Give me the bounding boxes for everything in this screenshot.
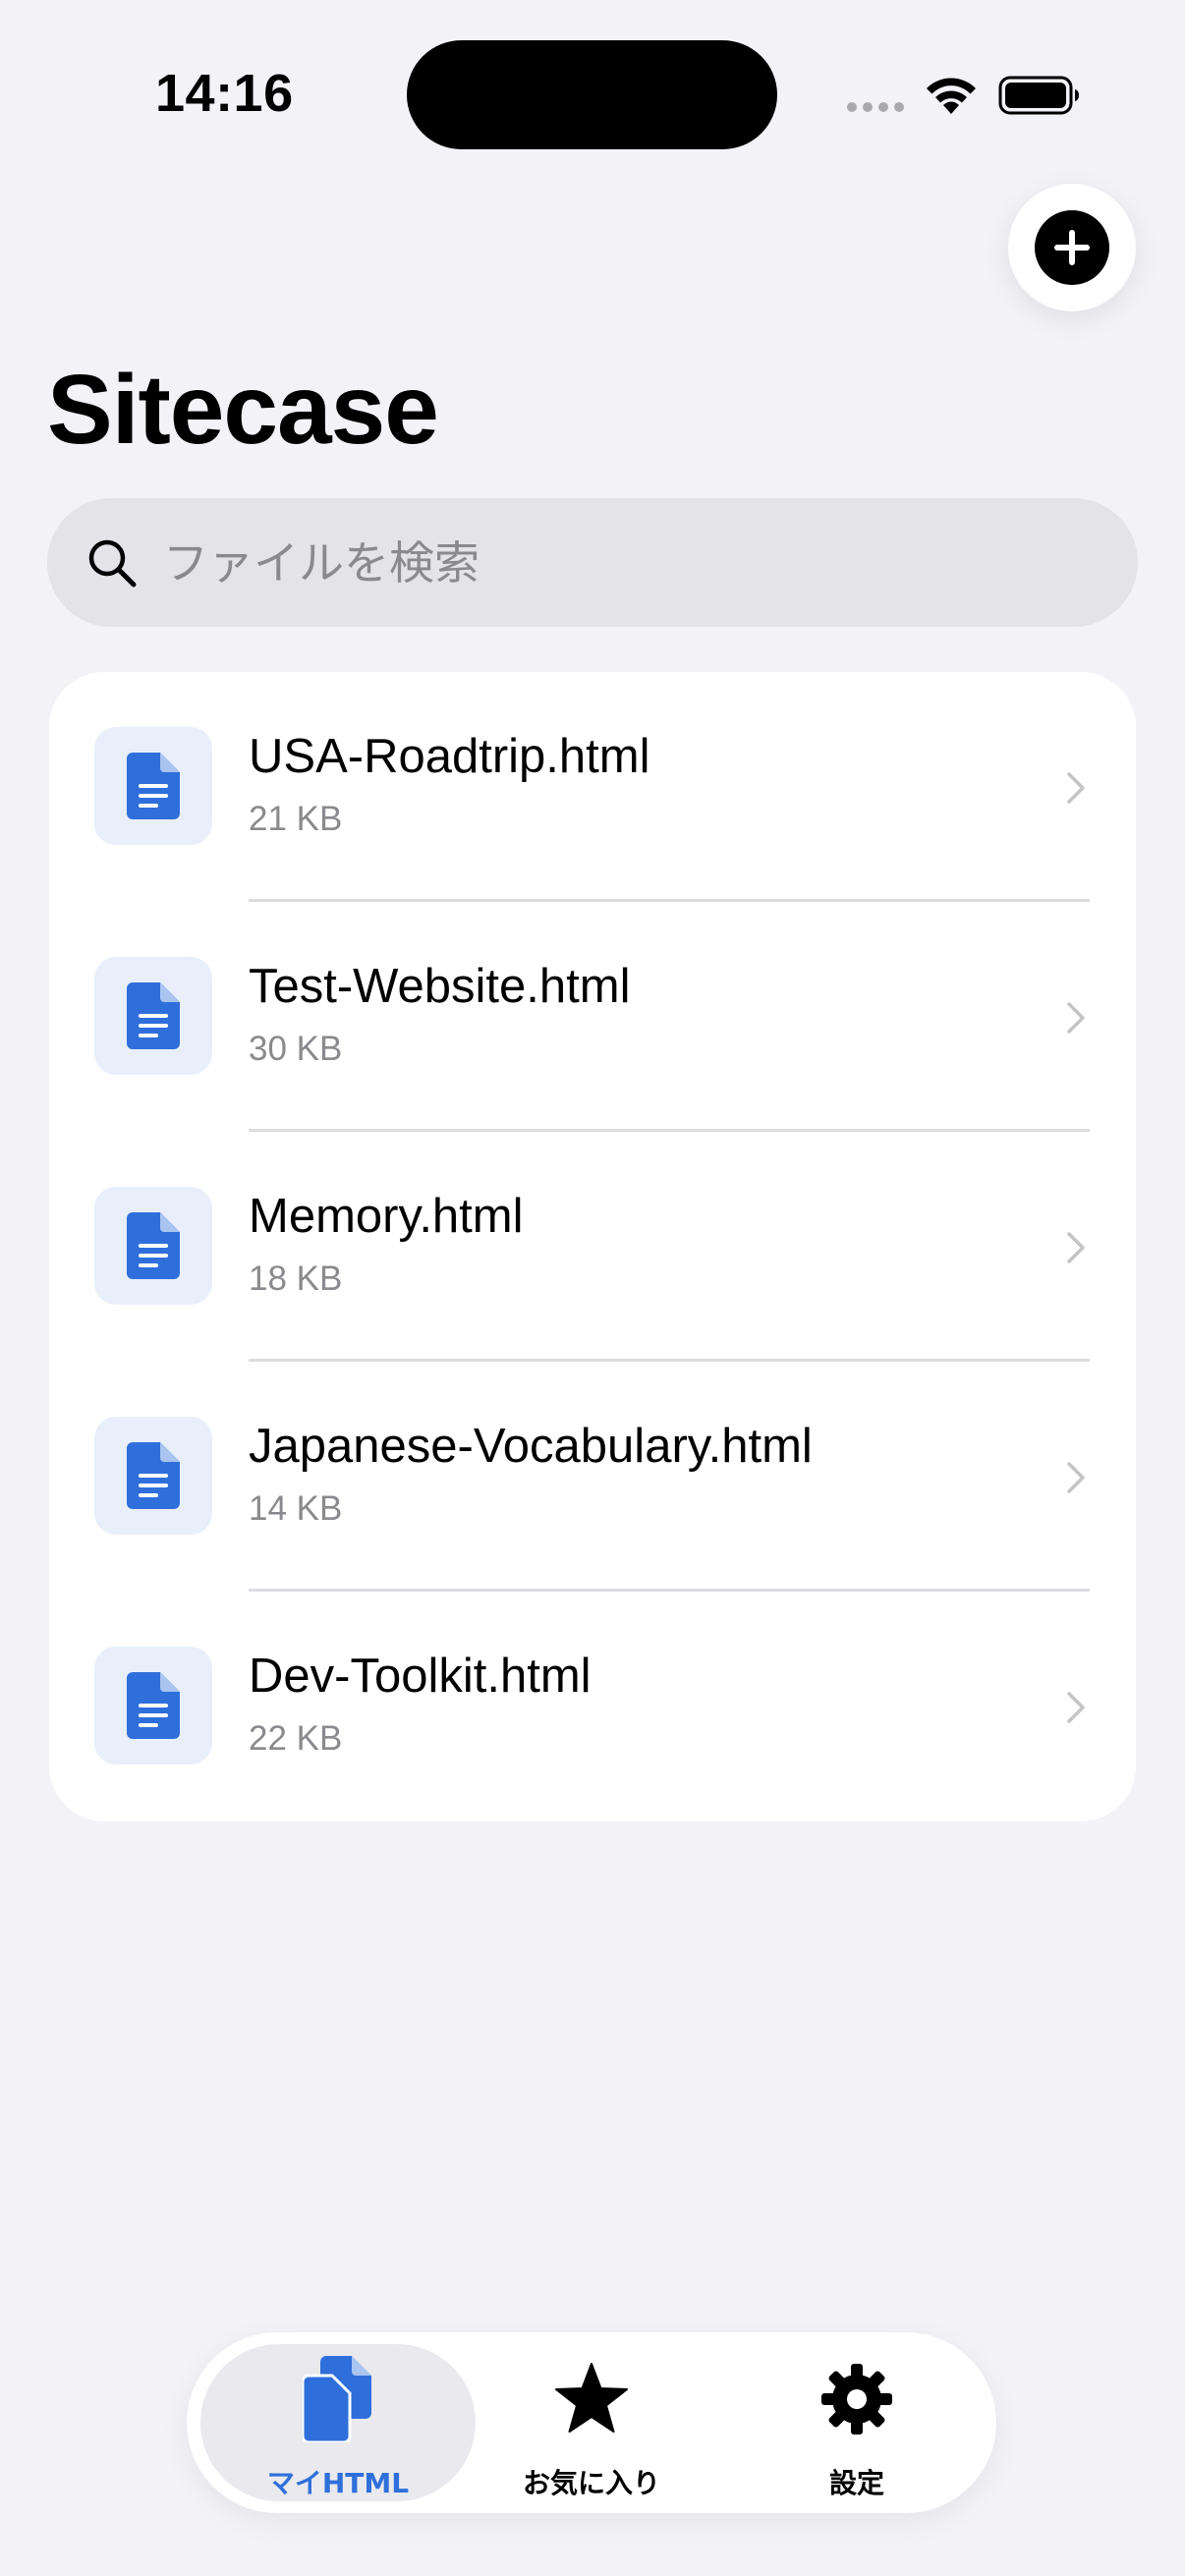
plus-circle-icon [1035,210,1109,285]
file-name: Dev-Toolkit.html [249,1650,592,1703]
file-size: 18 KB [249,1260,343,1298]
tab-label: マイHTML [266,2467,410,2499]
file-icon-box [94,727,212,845]
tab-settings[interactable]: 設定 [729,2344,985,2501]
cellular-signal-icon [847,102,904,112]
document-icon [127,982,180,1049]
document-icon [127,1212,180,1279]
chevron-right-icon [1067,1232,1085,1263]
tab-label: お気に入り [522,2467,660,2499]
status-time: 14:16 [155,64,294,123]
chevron-right-icon [1067,1692,1085,1723]
file-size: 30 KB [249,1030,343,1068]
file-name: Japanese-Vocabulary.html [249,1420,813,1473]
file-icon-box [94,1647,212,1764]
battery-icon [998,76,1079,115]
search-input[interactable] [163,498,1106,627]
file-icon-box [94,1417,212,1535]
page-title: Sitecase [47,355,439,465]
tab-favorites[interactable]: お気に入り [464,2344,719,2501]
tab-my-html[interactable]: マイHTML [200,2344,476,2501]
wifi-icon [927,78,976,114]
file-size: 21 KB [249,800,343,838]
documents-icon [303,2356,371,2442]
search-icon [88,539,137,588]
file-row[interactable]: Memory.html 18 KB [49,1132,1136,1362]
chevron-right-icon [1067,1002,1085,1034]
document-icon [127,1672,180,1739]
file-row[interactable]: Test-Website.html 30 KB [49,902,1136,1132]
document-icon [127,753,180,819]
add-file-button[interactable] [1008,184,1136,311]
file-size: 22 KB [249,1719,343,1758]
chevron-right-icon [1067,1462,1085,1493]
star-icon [555,2363,628,2433]
tab-bar: マイHTML お気に入り 設定 [187,2332,996,2513]
file-icon-box [94,957,212,1075]
tab-label: 設定 [828,2467,884,2499]
file-name: Memory.html [249,1190,524,1243]
file-name: USA-Roadtrip.html [249,730,650,783]
file-icon-box [94,1187,212,1305]
dynamic-island [407,40,777,149]
chevron-right-icon [1067,772,1085,804]
file-size: 14 KB [249,1489,343,1528]
document-icon [127,1442,180,1509]
file-list: USA-Roadtrip.html 21 KB Test-Website.htm… [49,672,1136,1821]
search-bar[interactable] [47,498,1138,627]
gear-icon [821,2364,892,2435]
file-row[interactable]: Japanese-Vocabulary.html 14 KB [49,1362,1136,1592]
file-row[interactable]: USA-Roadtrip.html 21 KB [49,672,1136,902]
file-name: Test-Website.html [249,960,631,1013]
status-bar: 14:16 [0,0,1185,187]
file-row[interactable]: Dev-Toolkit.html 22 KB [49,1592,1136,1821]
